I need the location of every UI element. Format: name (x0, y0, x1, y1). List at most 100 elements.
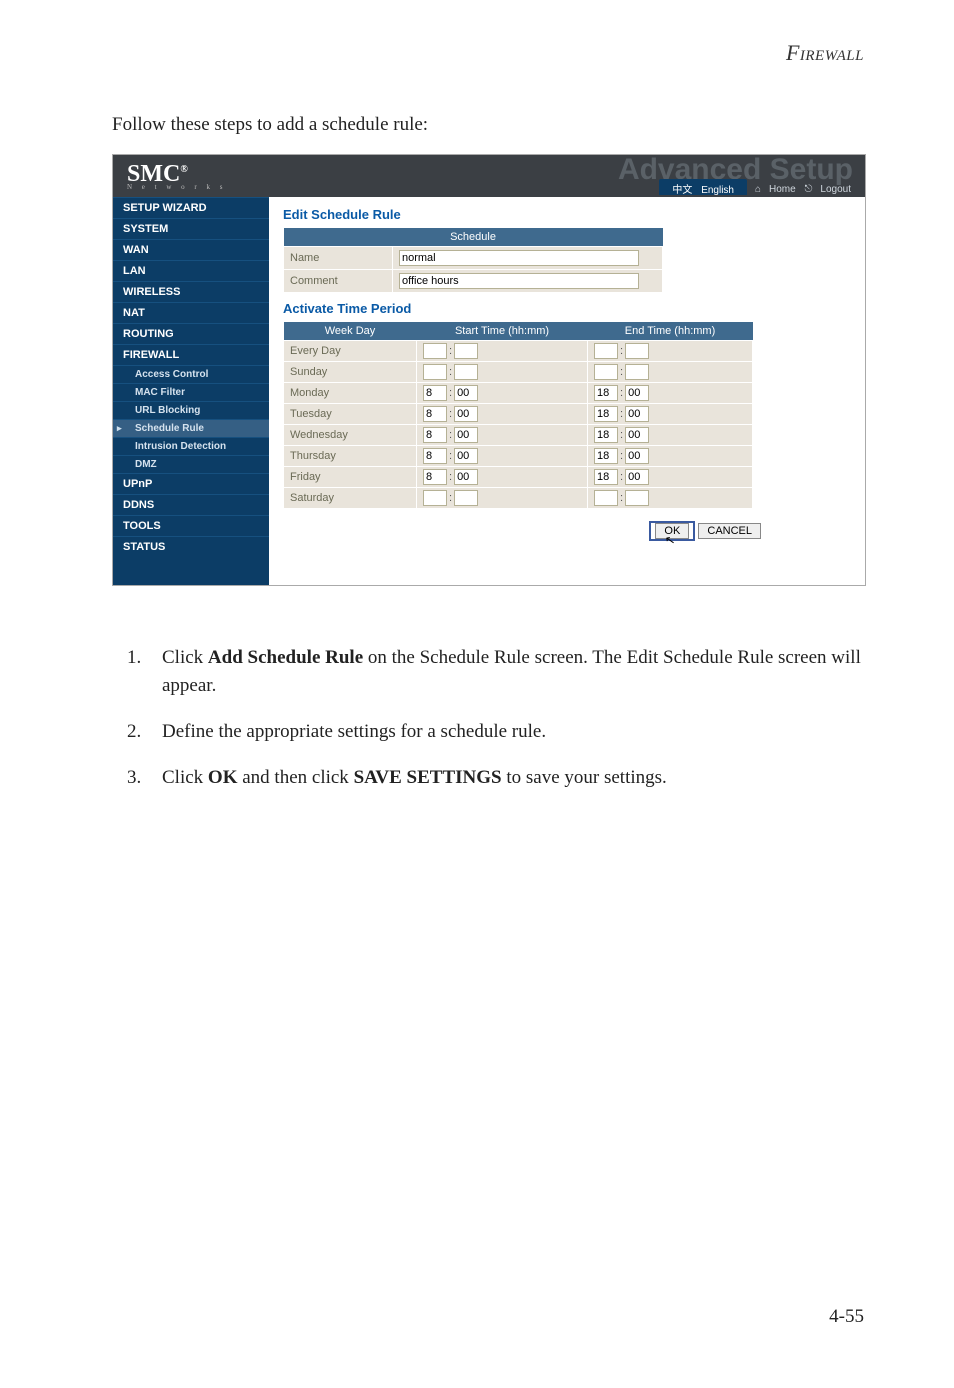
day-cell: Sunday (284, 362, 417, 383)
start-hour-field[interactable] (423, 343, 447, 359)
sidebar-item-tools[interactable]: TOOLS (113, 515, 269, 536)
sidebar-item-nat[interactable]: NAT (113, 302, 269, 323)
table-row: Friday:: (284, 467, 753, 488)
sidebar-item-upnp[interactable]: UPnP (113, 473, 269, 494)
colon-icon: : (620, 450, 623, 462)
start-cell: : (417, 383, 588, 404)
end-min-field[interactable] (625, 406, 649, 422)
brand-sub: N e t w o r k s (127, 184, 226, 191)
start-min-field[interactable] (454, 490, 478, 506)
comment-label: Comment (284, 270, 393, 293)
sidebar-item-lan[interactable]: LAN (113, 260, 269, 281)
start-cell: : (417, 404, 588, 425)
col-start: Start Time (hh:mm) (417, 322, 588, 341)
day-cell: Saturday (284, 488, 417, 509)
start-hour-field[interactable] (423, 469, 447, 485)
end-hour-field[interactable] (594, 343, 618, 359)
cancel-button[interactable]: CANCEL (698, 523, 761, 539)
top-links: Home Logout (753, 184, 855, 195)
start-cell: : (417, 446, 588, 467)
start-cell: : (417, 467, 588, 488)
end-hour-field[interactable] (594, 364, 618, 380)
schedule-table: Schedule Name Comment (283, 228, 663, 293)
start-min-field[interactable] (454, 406, 478, 422)
sidebar-item-ddns[interactable]: DDNS (113, 494, 269, 515)
start-cell: : (417, 488, 588, 509)
brand-logo: SMC® N e t w o r k s (113, 162, 226, 191)
sidebar-sub-mac-filter[interactable]: MAC Filter (113, 383, 269, 401)
start-min-field[interactable] (454, 385, 478, 401)
start-min-field[interactable] (454, 469, 478, 485)
end-hour-field[interactable] (594, 427, 618, 443)
sidebar-item-setup-wizard[interactable]: SETUP WIZARD (113, 197, 269, 218)
page-number: 4-55 (829, 1306, 864, 1328)
colon-icon: : (449, 471, 452, 483)
sidebar-sub-schedule-rule[interactable]: Schedule Rule (113, 419, 269, 437)
step-3-text-a: Click (162, 767, 208, 788)
sidebar-item-firewall[interactable]: FIREWALL (113, 344, 269, 365)
schedule-head: Schedule (284, 228, 663, 247)
end-min-field[interactable] (625, 427, 649, 443)
sidebar-sub-url-blocking[interactable]: URL Blocking (113, 401, 269, 419)
sidebar-item-system[interactable]: SYSTEM (113, 218, 269, 239)
start-cell: : (417, 425, 588, 446)
page-header: Firewall (112, 40, 864, 66)
start-hour-field[interactable] (423, 385, 447, 401)
colon-icon: : (620, 345, 623, 357)
start-min-field[interactable] (454, 448, 478, 464)
end-cell: : (588, 488, 753, 509)
start-hour-field[interactable] (423, 406, 447, 422)
start-hour-field[interactable] (423, 490, 447, 506)
home-icon (755, 184, 763, 195)
step-3-bold-save: SAVE SETTINGS (354, 767, 502, 788)
start-min-field[interactable] (454, 427, 478, 443)
end-hour-field[interactable] (594, 469, 618, 485)
step-3-bold-ok: OK (208, 767, 238, 788)
end-min-field[interactable] (625, 469, 649, 485)
steps-list: Click Add Schedule Rule on the Schedule … (112, 644, 864, 792)
day-cell: Wednesday (284, 425, 417, 446)
end-min-field[interactable] (625, 448, 649, 464)
end-min-field[interactable] (625, 364, 649, 380)
sidebar-item-status[interactable]: STATUS (113, 536, 269, 557)
name-field[interactable] (399, 250, 639, 266)
home-link[interactable]: Home (769, 184, 796, 195)
start-hour-field[interactable] (423, 448, 447, 464)
step-1: Click Add Schedule Rule on the Schedule … (146, 644, 864, 700)
colon-icon: : (449, 387, 452, 399)
lang-chinese-link[interactable]: 中文 (672, 185, 692, 196)
step-2: Define the appropriate settings for a sc… (146, 718, 864, 746)
comment-field[interactable] (399, 273, 639, 289)
table-row: Saturday:: (284, 488, 753, 509)
sidebar-item-wireless[interactable]: WIRELESS (113, 281, 269, 302)
sidebar-sub-intrusion-detection[interactable]: Intrusion Detection (113, 437, 269, 455)
time-period-table: Week Day Start Time (hh:mm) End Time (hh… (283, 322, 753, 509)
start-min-field[interactable] (454, 343, 478, 359)
colon-icon: : (620, 471, 623, 483)
table-row: Every Day:: (284, 341, 753, 362)
end-hour-field[interactable] (594, 406, 618, 422)
lang-english-link[interactable]: English (701, 185, 734, 196)
logout-icon (804, 184, 814, 195)
end-min-field[interactable] (625, 343, 649, 359)
start-hour-field[interactable] (423, 427, 447, 443)
sidebar-item-wan[interactable]: WAN (113, 239, 269, 260)
router-ui: SMC® N e t w o r k s Advanced Setup 中文 E… (112, 154, 866, 586)
end-min-field[interactable] (625, 385, 649, 401)
logout-link[interactable]: Logout (820, 184, 851, 195)
colon-icon: : (620, 408, 623, 420)
start-hour-field[interactable] (423, 364, 447, 380)
colon-icon: : (620, 429, 623, 441)
end-hour-field[interactable] (594, 385, 618, 401)
day-cell: Tuesday (284, 404, 417, 425)
app-topbar: SMC® N e t w o r k s Advanced Setup 中文 E… (113, 155, 865, 197)
sidebar-item-routing[interactable]: ROUTING (113, 323, 269, 344)
end-hour-field[interactable] (594, 448, 618, 464)
end-min-field[interactable] (625, 490, 649, 506)
colon-icon: : (449, 429, 452, 441)
sidebar-sub-access-control[interactable]: Access Control (113, 365, 269, 383)
start-min-field[interactable] (454, 364, 478, 380)
sidebar-sub-dmz[interactable]: DMZ (113, 455, 269, 473)
end-hour-field[interactable] (594, 490, 618, 506)
intro-text: Follow these steps to add a schedule rul… (112, 114, 864, 136)
